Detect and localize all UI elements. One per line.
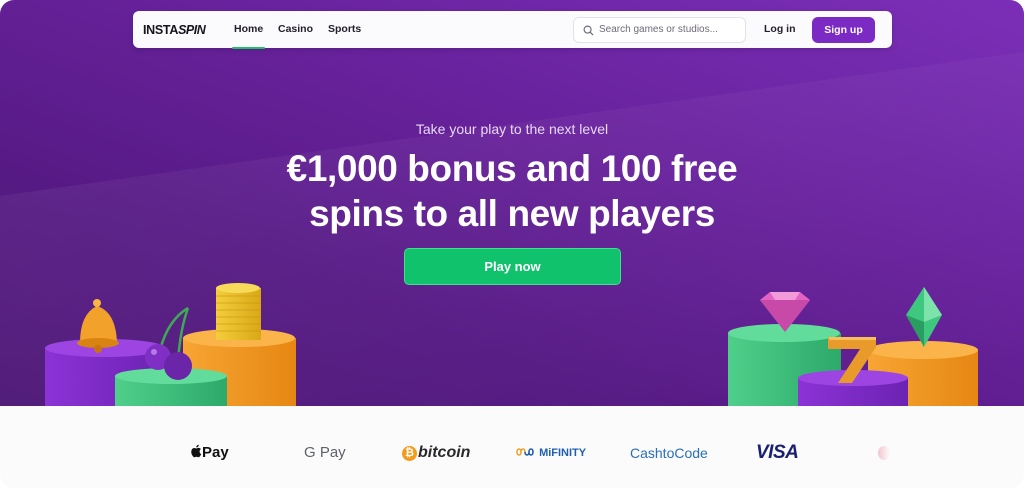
- mifinity-logo: MiFINITY: [516, 447, 586, 459]
- headline-line-2: spins to all new players: [309, 193, 715, 234]
- brand-logo[interactable]: INSTASPIN: [143, 23, 206, 37]
- search-icon: [583, 25, 594, 36]
- headline-line-1: €1,000 bonus and 100 free: [286, 148, 738, 189]
- search-input[interactable]: Search games or studios...: [573, 17, 746, 43]
- bitcoin-logo: ₿ bitcoin: [402, 444, 470, 462]
- nav-sports[interactable]: Sports: [328, 23, 361, 35]
- payment-methods-strip: Pay G Pay ₿ bitcoin MiFINITY CashtoCode V…: [0, 406, 1024, 488]
- signup-button[interactable]: Sign up: [812, 17, 875, 43]
- hero-banner: INSTASPIN Home Casino Sports Search game…: [0, 0, 1024, 406]
- google-pay-logo: G Pay: [304, 444, 346, 461]
- page-frame: INSTASPIN Home Casino Sports Search game…: [0, 0, 1024, 488]
- faded-logo-edge: [878, 446, 890, 460]
- nav-home[interactable]: Home: [231, 23, 266, 49]
- top-nav: INSTASPIN Home Casino Sports Search game…: [133, 11, 892, 49]
- hero-headline: €1,000 bonus and 100 free spins to all n…: [0, 146, 1024, 236]
- bitcoin-icon: ₿: [402, 446, 417, 461]
- green-gem-icon: [906, 287, 942, 347]
- nav-casino[interactable]: Casino: [278, 23, 313, 35]
- search-placeholder: Search games or studios...: [599, 24, 718, 35]
- infinity-icon: [516, 448, 534, 456]
- cashtocode-logo: CashtoCode: [630, 445, 708, 461]
- play-now-button[interactable]: Play now: [404, 248, 621, 285]
- login-button[interactable]: Log in: [764, 23, 796, 35]
- coin-stack-icon: [216, 283, 261, 340]
- apple-icon: [191, 444, 202, 458]
- bell-icon: [77, 299, 119, 353]
- apple-pay-logo: Pay: [190, 444, 229, 461]
- visa-logo: VISA: [756, 442, 799, 463]
- hero-kicker: Take your play to the next level: [415, 121, 609, 137]
